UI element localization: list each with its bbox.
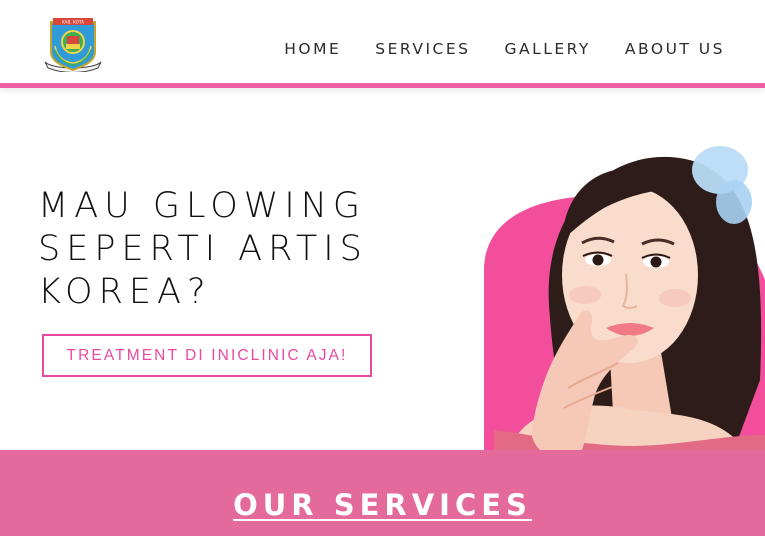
woman-portrait-photo [484,130,765,450]
site-header: KAB. KOTA HOME SERVICES GALLERY ABOUT US [0,0,765,88]
nav-about-us[interactable]: ABOUT US [625,40,725,58]
main-nav: HOME SERVICES GALLERY ABOUT US [284,40,725,58]
hero-title: MAU GLOWING SEPERTI ARTIS KOREA? [38,186,368,312]
regional-emblem-logo[interactable]: KAB. KOTA [43,16,103,73]
nav-services[interactable]: SERVICES [375,40,470,58]
treatment-cta-button[interactable]: TREATMENT DI INICLINIC AJA! [42,334,372,377]
nav-gallery[interactable]: GALLERY [504,40,590,58]
svg-text:KAB. KOTA: KAB. KOTA [62,20,84,25]
woman-portrait-illustration [484,146,765,450]
emblem-icon: KAB. KOTA [44,18,102,73]
nav-home[interactable]: HOME [284,40,341,58]
services-title[interactable]: OUR SERVICES [0,488,765,522]
